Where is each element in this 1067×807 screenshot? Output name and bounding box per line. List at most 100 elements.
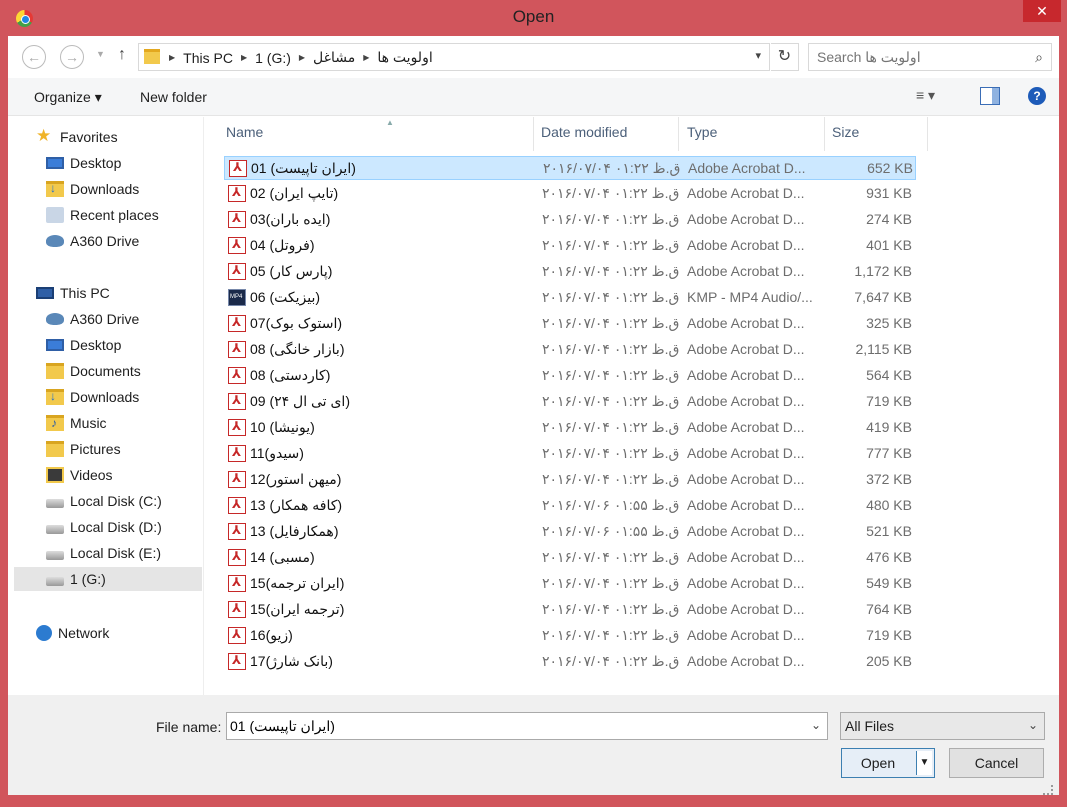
address-bar[interactable]: ▶ This PC ▶ 1 (G:) ▶ مشاغل ▶ اولویت ها ▾ <box>138 43 770 71</box>
nav-this-pc[interactable]: This PC <box>36 281 110 305</box>
file-size: 476 KB <box>866 549 912 565</box>
organize-button[interactable]: Organize ▾ <box>34 89 102 106</box>
search-icon: ⌕ <box>1035 49 1043 65</box>
nav-fav-downloads[interactable]: Downloads <box>46 177 139 201</box>
back-button[interactable]: ← <box>22 45 46 69</box>
file-row[interactable]: 06 (بیزیکت) ۲۰۱۶/۰۷/۰۴ ق.ظ ۰۱:۲۲ KMP - MP4… <box>224 286 916 310</box>
file-type: Adobe Acrobat D... <box>687 185 805 201</box>
cancel-button[interactable]: Cancel <box>949 748 1044 778</box>
recent-locations-dropdown[interactable]: ▼ <box>96 49 105 59</box>
resize-grip-icon[interactable] <box>1043 785 1053 795</box>
documents-icon <box>46 363 64 379</box>
file-row[interactable]: 09 (ای تی ال ۲۴) ۲۰۱۶/۰۷/۰۴ ق.ظ ۰۱:۲۲ Adob… <box>224 390 916 414</box>
chevron-down-icon[interactable]: ⌄ <box>811 718 821 732</box>
breadcrumb-olaviat-ha[interactable]: اولویت ها <box>377 49 432 66</box>
file-row[interactable]: 12(میهن استور) ۲۰۱۶/۰۷/۰۴ ق.ظ ۰۱:۲۲ Adobe … <box>224 468 916 492</box>
change-view-icon[interactable]: ≡ ▾ <box>916 87 956 107</box>
nav-pc-pictures[interactable]: Pictures <box>46 437 121 461</box>
window-title: Open <box>512 7 555 26</box>
file-name-input[interactable] <box>230 717 790 735</box>
open-button[interactable]: Open ▼ <box>841 748 935 778</box>
nav-item-label: Music <box>70 415 107 431</box>
file-type: KMP - MP4 Audio/... <box>687 289 813 305</box>
nav-network[interactable]: Network <box>36 621 109 645</box>
nav-item-label: Local Disk (C:) <box>70 493 162 509</box>
nav-fav-recent[interactable]: Recent places <box>46 203 159 227</box>
videos-icon <box>46 467 64 483</box>
nav-fav-desktop[interactable]: Desktop <box>46 151 121 175</box>
file-date: ۲۰۱۶/۰۷/۰۴ ق.ظ ۰۱:۲۲ <box>542 445 680 461</box>
desktop-icon <box>46 157 64 169</box>
nav-pc-music[interactable]: Music <box>46 411 107 435</box>
search-box[interactable]: ⌕ <box>808 43 1052 71</box>
nav-pc-disk-d[interactable]: Local Disk (D:) <box>46 515 162 539</box>
refresh-button[interactable]: ↻ <box>771 43 799 71</box>
file-row[interactable]: 17(بانک شارژ) ۲۰۱۶/۰۷/۰۴ ق.ظ ۰۱:۲۲ Adobe A… <box>224 650 916 674</box>
pdf-file-icon <box>228 419 246 436</box>
file-name-label: File name: <box>156 719 222 735</box>
file-row[interactable]: 14 (مسبی) ۲۰۱۶/۰۷/۰۴ ق.ظ ۰۱:۲۲ Adobe Acrob… <box>224 546 916 570</box>
column-header-name[interactable]: ▲ Name <box>226 117 534 151</box>
file-size: 205 KB <box>866 653 912 669</box>
nav-pc-drive-g[interactable]: 1 (G:) <box>14 567 202 591</box>
pdf-file-icon <box>228 601 246 618</box>
close-button[interactable]: ✕ <box>1023 0 1061 22</box>
preview-pane-icon[interactable] <box>980 87 1000 105</box>
title-bar[interactable]: Open ✕ <box>0 0 1067 36</box>
file-row[interactable]: 13 (کافه همکار) ۲۰۱۶/۰۷/۰۶ ق.ظ ۰۱:۵۵ Adobe… <box>224 494 916 518</box>
nav-pc-videos[interactable]: Videos <box>46 463 113 487</box>
file-row[interactable]: 15(ایران ترجمه) ۲۰۱۶/۰۷/۰۴ ق.ظ ۰۱:۲۲ Adobe… <box>224 572 916 596</box>
column-header-size[interactable]: Size <box>832 117 928 151</box>
help-icon[interactable]: ? <box>1028 87 1046 105</box>
nav-pc-downloads[interactable]: Downloads <box>46 385 139 409</box>
file-row[interactable]: 16(زیو) ۲۰۱۶/۰۷/۰۴ ق.ظ ۰۱:۲۲ Adobe Acrobat… <box>224 624 916 648</box>
column-header-type[interactable]: Type <box>687 117 825 151</box>
breadcrumb-mashaghel[interactable]: مشاغل <box>313 49 355 66</box>
column-header-date[interactable]: Date modified <box>541 117 679 151</box>
nav-pc-disk-c[interactable]: Local Disk (C:) <box>46 489 162 513</box>
chevron-down-icon[interactable]: ▾ <box>755 49 761 62</box>
breadcrumb-this-pc[interactable]: This PC <box>183 50 233 66</box>
file-row[interactable]: 03(ایده باران) ۲۰۱۶/۰۷/۰۴ ق.ظ ۰۱:۲۲ Adobe … <box>224 208 916 232</box>
file-name: 16(زیو) <box>250 627 293 643</box>
file-name: 07(استوک بوک) <box>250 315 343 331</box>
breadcrumb-drive-g[interactable]: 1 (G:) <box>255 50 291 66</box>
chevron-right-icon: ▶ <box>363 53 370 62</box>
file-date: ۲۰۱۶/۰۷/۰۴ ق.ظ ۰۱:۲۲ <box>542 627 680 643</box>
nav-pc-a360[interactable]: A360 Drive <box>46 307 139 331</box>
file-date: ۲۰۱۶/۰۷/۰۴ ق.ظ ۰۱:۲۲ <box>542 263 680 279</box>
up-button[interactable]: ↑ <box>118 46 126 64</box>
file-row[interactable]: 07(استوک بوک) ۲۰۱۶/۰۷/۰۴ ق.ظ ۰۱:۲۲ Adobe A… <box>224 312 916 336</box>
search-input[interactable] <box>817 48 1017 66</box>
file-size: 719 KB <box>866 627 912 643</box>
nav-pc-documents[interactable]: Documents <box>46 359 141 383</box>
forward-button[interactable]: → <box>60 45 84 69</box>
file-size: 521 KB <box>866 523 912 539</box>
file-row[interactable]: 15(ترجمه ایران) ۲۰۱۶/۰۷/۰۴ ق.ظ ۰۱:۲۲ Adobe… <box>224 598 916 622</box>
file-row[interactable]: 13 (همکارفایل) ۲۰۱۶/۰۷/۰۶ ق.ظ ۰۱:۵۵ Adobe … <box>224 520 916 544</box>
file-name: 05 (پارس کار) <box>250 263 333 279</box>
file-row[interactable]: 11(سیدو) ۲۰۱۶/۰۷/۰۴ ق.ظ ۰۱:۲۲ Adobe Acroba… <box>224 442 916 466</box>
file-date: ۲۰۱۶/۰۷/۰۴ ق.ظ ۰۱:۲۲ <box>542 367 680 383</box>
open-options-dropdown[interactable]: ▼ <box>916 751 932 775</box>
nav-item-label: A360 Drive <box>70 311 140 327</box>
pdf-file-icon <box>228 237 246 254</box>
pictures-icon <box>46 441 64 457</box>
file-row[interactable]: 05 (پارس کار) ۲۰۱۶/۰۷/۰۴ ق.ظ ۰۱:۲۲ Adobe A… <box>224 260 916 284</box>
nav-pc-disk-e[interactable]: Local Disk (E:) <box>46 541 161 565</box>
file-row[interactable]: 08 (بازار خانگی) ۲۰۱۶/۰۷/۰۴ ق.ظ ۰۱:۲۲ Adob… <box>224 338 916 362</box>
file-type-filter[interactable]: All Files ⌄ <box>840 712 1045 740</box>
file-row[interactable]: 02 (تایپ ایران) ۲۰۱۶/۰۷/۰۴ ق.ظ ۰۱:۲۲ Adobe… <box>224 182 916 206</box>
pdf-file-icon <box>228 627 246 644</box>
nav-pc-desktop[interactable]: Desktop <box>46 333 121 357</box>
file-date: ۲۰۱۶/۰۷/۰۴ ق.ظ ۰۱:۲۲ <box>542 471 680 487</box>
new-folder-button[interactable]: New folder <box>140 89 207 105</box>
file-row[interactable]: 01 (ایران تاپیست) ۲۰۱۶/۰۷/۰۴ ق.ظ ۰۱:۲۲ Ado… <box>224 156 916 180</box>
file-row[interactable]: 04 (فروتل) ۲۰۱۶/۰۷/۰۴ ق.ظ ۰۱:۲۲ Adobe Acro… <box>224 234 916 258</box>
nav-fav-a360[interactable]: A360 Drive <box>46 229 139 253</box>
file-type: Adobe Acrobat D... <box>687 549 805 565</box>
file-name-combobox[interactable]: ⌄ <box>226 712 828 740</box>
file-row[interactable]: 08 (کاردستی) ۲۰۱۶/۰۷/۰۴ ق.ظ ۰۱:۲۲ Adobe Ac… <box>224 364 916 388</box>
file-row[interactable]: 10 (یونیشا) ۲۰۱۶/۰۷/۰۴ ق.ظ ۰۱:۲۲ Adobe Acr… <box>224 416 916 440</box>
nav-favorites[interactable]: Favorites <box>36 125 118 149</box>
